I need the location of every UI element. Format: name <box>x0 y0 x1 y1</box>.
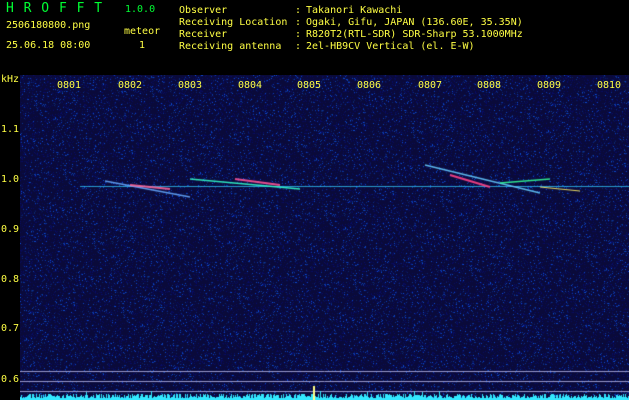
info-location-label: Receiving Location <box>179 17 288 28</box>
y-tick-0-8: 0.8 <box>1 274 20 285</box>
file-datetime: 25.06.18 08:00 <box>6 40 91 51</box>
x-tick-0804: 0804 <box>238 80 263 91</box>
x-tick-0802: 0802 <box>118 80 143 91</box>
info-antenna-label: Receiving antenna <box>179 41 282 52</box>
y-axis-unit: kHz <box>1 74 20 85</box>
y-tick-1-1: 1.1 <box>1 124 20 135</box>
info-location-value: Ogaki, Gifu, JAPAN (136.60E, 35.35N) <box>306 17 523 28</box>
info-observer-sep: : <box>295 5 302 16</box>
app-name: H R O F F T <box>6 1 104 16</box>
x-tick-0809: 0809 <box>537 80 562 91</box>
spectrogram-canvas <box>20 75 629 400</box>
app-version: 1.0.0 <box>125 4 156 15</box>
y-tick-0-9: 0.9 <box>1 224 20 235</box>
hrofft-display: H R O F F T 1.0.0 2506180800.png meteor … <box>0 0 629 400</box>
x-tick-0803: 0803 <box>178 80 203 91</box>
y-tick-0-6: 0.6 <box>1 374 20 385</box>
meteor-count: 1 <box>139 40 146 51</box>
y-tick-1-0: 1.0 <box>1 174 20 185</box>
y-tick-0-7: 0.7 <box>1 323 20 334</box>
info-receiver-label: Receiver <box>179 29 228 40</box>
info-antenna-sep: : <box>295 41 302 52</box>
info-receiver-sep: : <box>295 29 302 40</box>
info-receiver-value: R820T2(RTL-SDR) SDR-Sharp 53.1000MHz <box>306 29 523 40</box>
info-antenna-value: 2el-HB9CV Vertical (el. E-W) <box>306 41 475 52</box>
file-name: 2506180800.png <box>6 20 91 31</box>
info-observer-value: Takanori Kawachi <box>306 5 403 16</box>
info-location-sep: : <box>295 17 302 28</box>
info-observer-label: Observer <box>179 5 228 16</box>
x-tick-0807: 0807 <box>418 80 443 91</box>
x-tick-0801: 0801 <box>57 80 82 91</box>
meteor-label: meteor <box>124 26 161 37</box>
x-tick-0808: 0808 <box>477 80 502 91</box>
x-tick-0805: 0805 <box>297 80 322 91</box>
x-tick-0806: 0806 <box>357 80 382 91</box>
x-tick-0810: 0810 <box>597 80 622 91</box>
